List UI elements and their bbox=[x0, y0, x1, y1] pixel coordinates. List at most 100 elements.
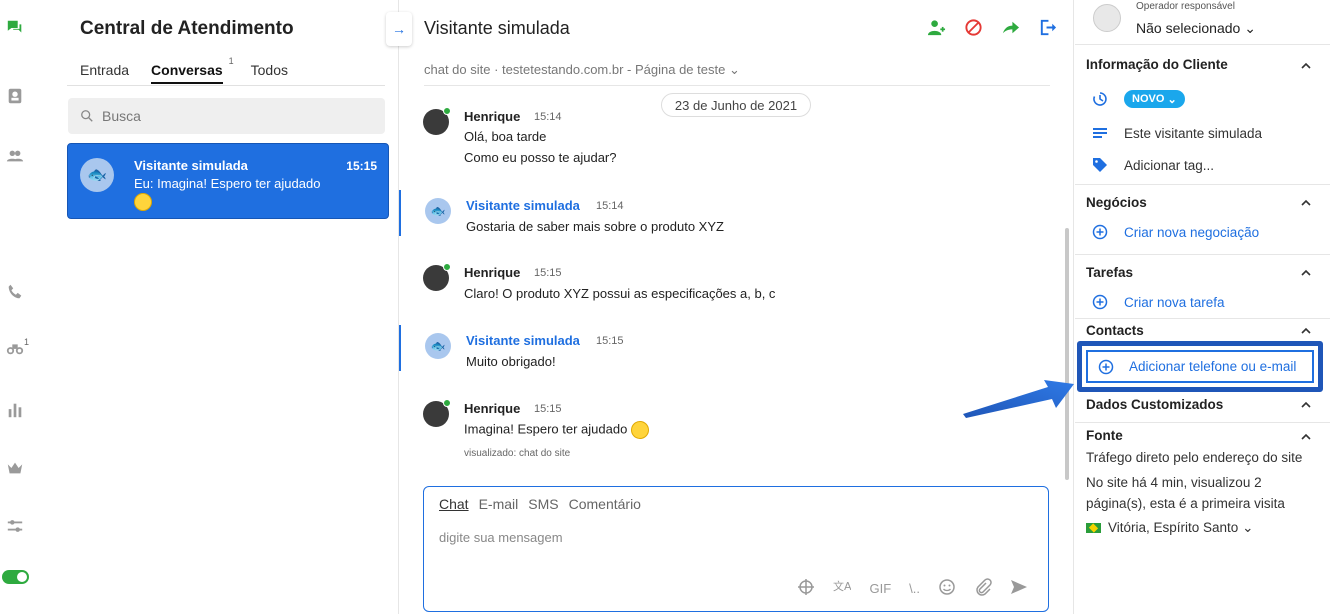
operator-select[interactable]: Não selecionado ⌄ bbox=[1136, 20, 1256, 37]
emoji-icon[interactable] bbox=[938, 578, 956, 599]
section-title-source: Fonte bbox=[1086, 428, 1123, 443]
online-dot bbox=[443, 399, 451, 407]
fish-avatar-icon: 🐟 bbox=[80, 158, 114, 192]
svg-text:文A: 文A bbox=[833, 579, 851, 593]
divider bbox=[1075, 44, 1330, 45]
block-icon[interactable] bbox=[964, 18, 983, 37]
source-traffic: Tráfego direto pelo endereço do site bbox=[1086, 450, 1303, 465]
composer-tools: 文A GIF \.. bbox=[797, 578, 1028, 599]
collapse-arrow-button[interactable]: → bbox=[386, 12, 412, 46]
people-icon[interactable] bbox=[5, 146, 25, 166]
notification-count: 1 bbox=[24, 337, 30, 347]
add-tag-label: Adicionar tag... bbox=[1124, 157, 1215, 173]
crown-icon[interactable] bbox=[5, 458, 25, 478]
binoculars-icon[interactable] bbox=[5, 338, 25, 358]
customer-side-panel: Operador responsável Não selecionado ⌄ I… bbox=[1075, 0, 1330, 614]
add-tag-row[interactable]: Adicionar tag... bbox=[1091, 156, 1214, 174]
composer-tab-chat[interactable]: Chat bbox=[439, 496, 469, 512]
create-task-link[interactable]: Criar nova tarefa bbox=[1091, 293, 1225, 311]
message-author: Henrique bbox=[464, 109, 521, 124]
location-select[interactable]: Vitória, Espírito Santo ⌄ bbox=[1086, 520, 1253, 536]
tab-conversas[interactable]: Conversas 1 bbox=[151, 56, 234, 84]
section-title-contacts: Contacts bbox=[1086, 323, 1144, 338]
add-user-icon[interactable] bbox=[927, 18, 946, 37]
tab-conversas-label: Conversas bbox=[151, 62, 223, 78]
phone-icon[interactable] bbox=[5, 282, 25, 302]
section-title-business: Negócios bbox=[1086, 195, 1147, 210]
page-title: Central de Atendimento bbox=[80, 18, 294, 39]
search-input[interactable]: Busca bbox=[68, 98, 385, 134]
online-dot bbox=[443, 107, 451, 115]
message-time: 15:15 bbox=[534, 403, 562, 415]
status-badge[interactable]: NOVO ⌄ bbox=[1124, 90, 1185, 108]
chat-actions bbox=[927, 18, 1057, 37]
create-deal-link[interactable]: Criar nova negociação bbox=[1091, 223, 1259, 241]
chevron-up-icon[interactable] bbox=[1300, 196, 1312, 208]
chat-subtitle[interactable]: chat do site · testetestando.com.br - Pá… bbox=[424, 62, 740, 78]
translate-icon[interactable]: 文A bbox=[833, 578, 852, 599]
left-rail: 1 bbox=[0, 0, 30, 614]
chat-panel: → Visitante simulada chat do site · test… bbox=[386, 0, 1074, 614]
sliders-icon[interactable] bbox=[5, 516, 25, 536]
search-icon bbox=[81, 110, 93, 122]
operator-avatar bbox=[1093, 4, 1121, 32]
section-title-custom-data: Dados Customizados bbox=[1086, 397, 1224, 412]
message-time: 15:15 bbox=[534, 267, 562, 279]
message-item: 🐟 Visitante simulada 15:14 Gostaria de s… bbox=[399, 190, 1039, 236]
message-item: Henrique 15:15 Imagina! Espero ter ajuda… bbox=[399, 399, 1039, 461]
composer-tab-email[interactable]: E-mail bbox=[479, 496, 519, 512]
exit-icon[interactable] bbox=[1038, 18, 1057, 37]
forward-icon[interactable] bbox=[1001, 18, 1020, 37]
message-text: Muito obrigado! bbox=[466, 354, 556, 369]
contacts-card-icon[interactable] bbox=[5, 86, 25, 106]
message-author: Visitante simulada bbox=[466, 333, 580, 348]
composer-tab-comment[interactable]: Comentário bbox=[569, 496, 641, 512]
fish-avatar-icon: 🐟 bbox=[425, 198, 451, 224]
plus-circle-icon bbox=[1098, 359, 1114, 374]
chat-scrollbar[interactable] bbox=[1065, 228, 1069, 480]
crosshair-icon[interactable] bbox=[797, 578, 815, 599]
online-dot bbox=[443, 263, 451, 271]
message-seen-status: visualizado: chat do site bbox=[464, 448, 571, 459]
history-icon bbox=[1091, 90, 1109, 108]
conversation-preview: Eu: Imagina! Espero ter ajudado bbox=[134, 176, 321, 191]
divider bbox=[1075, 318, 1330, 319]
message-item: Henrique 15:14 Olá, boa tarde Como eu po… bbox=[399, 107, 1039, 169]
bar-chart-icon[interactable] bbox=[5, 400, 25, 420]
message-item: 🐟 Visitante simulada 15:15 Muito obrigad… bbox=[399, 325, 1039, 371]
create-deal-label: Criar nova negociação bbox=[1124, 224, 1260, 240]
message-text: Olá, boa tarde bbox=[464, 129, 547, 144]
chat-icon[interactable] bbox=[5, 18, 25, 38]
divider bbox=[1075, 254, 1330, 255]
message-composer: Chat E-mail SMS Comentário digite sua me… bbox=[423, 486, 1049, 612]
message-author: Visitante simulada bbox=[466, 198, 580, 213]
operator-value: Não selecionado bbox=[1136, 20, 1241, 36]
chevron-up-icon[interactable] bbox=[1300, 266, 1312, 278]
online-toggle[interactable] bbox=[2, 570, 29, 584]
chevron-up-icon[interactable] bbox=[1300, 430, 1312, 442]
message-input[interactable]: digite sua mensagem bbox=[439, 530, 563, 545]
subtitle-divider bbox=[424, 85, 1050, 86]
message-item: Henrique 15:15 Claro! O produto XYZ poss… bbox=[399, 263, 1039, 305]
message-author: Henrique bbox=[464, 265, 521, 280]
chevron-up-icon[interactable] bbox=[1300, 59, 1312, 71]
tab-entrada[interactable]: Entrada bbox=[80, 62, 129, 84]
tab-todos[interactable]: Todos bbox=[251, 62, 288, 84]
message-text: Imagina! Espero ter ajudado bbox=[464, 421, 650, 439]
conversation-time: 15:15 bbox=[346, 159, 377, 173]
add-contact-link[interactable]: Adicionar telefone ou e-mail bbox=[1086, 350, 1314, 383]
conversation-item[interactable]: 🐟 Visitante simulada 15:15 Eu: Imagina! … bbox=[67, 143, 389, 219]
composer-tab-sms[interactable]: SMS bbox=[528, 496, 558, 512]
chevron-down-icon: ⌄ bbox=[728, 62, 740, 77]
plus-circle-icon bbox=[1091, 223, 1109, 241]
chevron-up-icon[interactable] bbox=[1300, 324, 1312, 336]
plus-circle-icon bbox=[1091, 293, 1109, 311]
attachment-icon[interactable] bbox=[974, 578, 992, 599]
send-icon[interactable] bbox=[1010, 578, 1028, 599]
message-text-content: Imagina! Espero ter ajudado bbox=[464, 421, 628, 437]
section-title-client-info: Informação do Cliente bbox=[1086, 57, 1228, 72]
shortcut-button[interactable]: \.. bbox=[909, 581, 920, 596]
client-name-row: Este visitante simulada bbox=[1091, 124, 1262, 142]
gif-button[interactable]: GIF bbox=[869, 581, 891, 596]
chevron-up-icon[interactable] bbox=[1300, 398, 1312, 410]
